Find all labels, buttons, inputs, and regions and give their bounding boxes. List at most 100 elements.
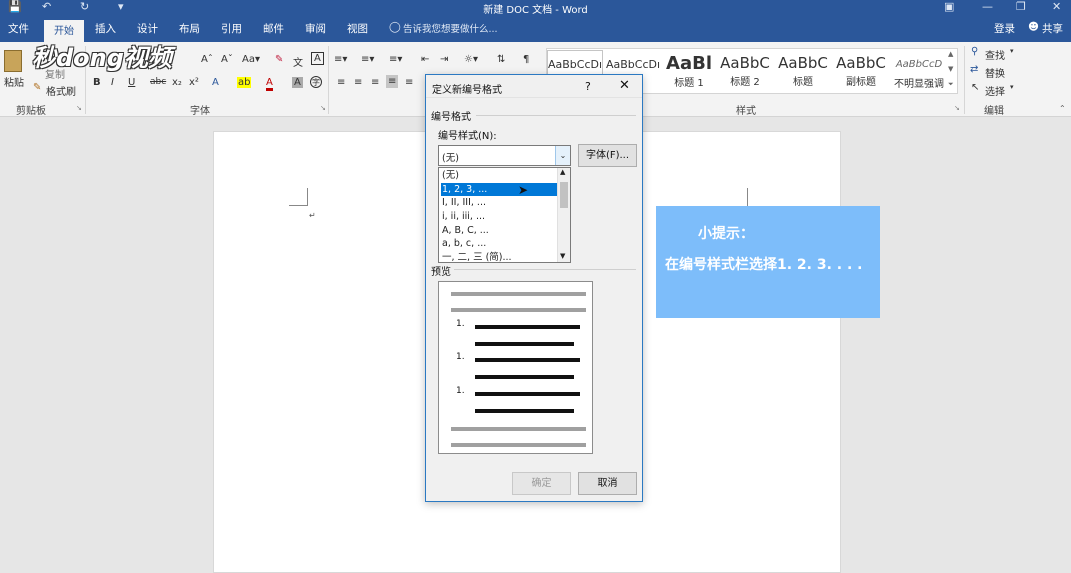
preview-gray-line [451,308,586,312]
close-window-icon[interactable]: ✕ [1052,0,1061,13]
superscript-icon[interactable]: x² [189,77,199,88]
italic-icon[interactable]: I [111,77,114,88]
clear-format-icon[interactable]: ✎ [275,54,283,65]
preview-gray-line [451,427,586,431]
find-button[interactable]: 查找 [985,47,1005,62]
char-shading-icon[interactable]: A [292,77,303,88]
title-separator [426,97,642,98]
justify-icon[interactable]: ≡ [386,75,399,88]
share-button[interactable]: 共享 [1042,21,1063,36]
option-arabic[interactable]: 1, 2, 3, ... [441,183,557,196]
decrease-indent-icon[interactable]: ⇤ [421,54,429,65]
select-button[interactable]: 选择 [985,83,1005,98]
watermark-logo: 秒dong视频 [32,44,172,72]
styles-scroll-down-icon[interactable]: ▼ [948,65,953,73]
format-painter-button[interactable]: 格式刷 [46,83,76,98]
mouse-cursor-icon: ➤ [518,183,529,197]
phonetic-icon[interactable]: 文 [293,54,303,69]
option-none[interactable]: (无) [441,169,557,182]
preview-number: 1. [456,319,465,329]
ok-button[interactable]: 确定 [512,472,571,495]
chevron-down-icon[interactable]: ⌄ [555,146,570,165]
group-clipboard: 剪贴板 [16,106,46,117]
chinese-layout-icon[interactable]: ☼▾ [464,54,478,65]
replace-button[interactable]: 替换 [985,65,1005,80]
style-heading-2[interactable]: AaBbC 标题 2 [717,50,773,92]
minimize-icon[interactable]: — [982,0,993,13]
style-subtitle[interactable]: AaBbC 副标题 [833,50,889,92]
tell-me-input[interactable]: 告诉我您想要做什么... [403,21,498,35]
clipboard-launcher-icon[interactable]: ↘ [76,104,82,112]
highlight-icon[interactable]: ab [237,77,252,88]
style-subtle-emphasis-preview: AaBbCcD [895,59,943,70]
distribute-icon[interactable]: ≡ [405,77,413,88]
style-heading-1[interactable]: AaBl 标题 1 [663,50,715,92]
change-case-icon[interactable]: Aa▾ [242,54,260,65]
tab-view[interactable]: 视图 [347,21,368,36]
number-style-dropdown: (无) 1, 2, 3, ... I, II, III, ... i, ii, … [438,167,571,263]
paste-button[interactable]: 粘贴 [4,74,24,89]
lightbulb-icon: ◯ [389,21,401,33]
align-right-icon[interactable]: ≡ [371,77,379,88]
paste-icon[interactable] [4,50,22,72]
style-heading-1-name: 标题 1 [674,78,704,89]
help-button[interactable]: ? [585,80,591,93]
styles-more-icon[interactable]: ⏷ [948,80,954,89]
option-lower-roman[interactable]: i, ii, iii, ... [441,210,557,223]
collapse-ribbon-icon[interactable]: ⌃ [1059,104,1066,113]
align-left-icon[interactable]: ≡ [337,77,345,88]
tab-mailings[interactable]: 邮件 [263,21,284,36]
char-border-icon[interactable]: A [311,52,324,65]
option-chinese-simple[interactable]: 一, 二, 三 (简)... [441,251,557,262]
text-effects-icon[interactable]: A [212,77,219,88]
tab-insert[interactable]: 插入 [95,21,116,36]
preview-line [454,269,636,270]
grow-font-icon[interactable]: Aˆ [201,54,213,65]
margin-mark [289,205,307,206]
find-dropdown-icon[interactable]: ▾ [1010,47,1014,55]
style-title[interactable]: AaBbC 标题 [775,50,831,92]
ribbon-display-icon[interactable]: ▣ [944,0,954,13]
increase-indent-icon[interactable]: ⇥ [440,54,448,65]
style-subtle-emphasis[interactable]: AaBbCcD 不明显强调 [891,50,947,92]
select-dropdown-icon[interactable]: ▾ [1010,83,1014,91]
font-color-icon[interactable]: A [266,77,273,91]
close-icon[interactable]: ✕ [619,78,630,93]
strikethrough-icon[interactable]: abc [150,77,166,87]
underline-icon[interactable]: U [128,77,135,88]
subscript-icon[interactable]: x₂ [172,77,182,88]
font-button[interactable]: 字体(F)... [578,144,637,167]
tab-design[interactable]: 设计 [137,21,158,36]
sort-icon[interactable]: ⇅ [497,54,505,65]
tab-review[interactable]: 审阅 [305,21,326,36]
scroll-down-icon[interactable]: ▼ [560,252,565,260]
tab-file[interactable]: 文件 [8,21,29,36]
title-bar: 💾 ↶ ↻ ▾ 新建 DOC 文档 - Word ▣ — ❐ ✕ [0,0,1071,16]
cancel-button[interactable]: 取消 [578,472,637,495]
option-upper-roman[interactable]: I, II, III, ... [441,196,557,209]
number-style-select[interactable]: (无) ⌄ [438,145,571,166]
multilevel-list-icon[interactable]: ≡▾ [389,54,402,65]
style-title-name: 标题 [793,77,813,88]
styles-launcher-icon[interactable]: ↘ [954,104,960,112]
align-center-icon[interactable]: ≡ [354,77,362,88]
bold-icon[interactable]: B [93,77,101,88]
font-launcher-icon[interactable]: ↘ [320,104,326,112]
enclosed-char-icon[interactable]: 字 [310,76,322,88]
replace-icon: ⇄ [970,64,979,75]
styles-scroll-up-icon[interactable]: ▲ [948,50,953,58]
format-painter-icon[interactable]: ✎ [33,82,41,93]
restore-icon[interactable]: ❐ [1016,0,1026,13]
scroll-thumb[interactable] [560,182,568,208]
option-lower-letter[interactable]: a, b, c, ... [441,237,557,250]
tab-references[interactable]: 引用 [221,21,242,36]
show-marks-icon[interactable]: ¶ [523,54,529,65]
login-link[interactable]: 登录 [994,21,1015,36]
shrink-font-icon[interactable]: Aˇ [221,54,233,65]
scroll-up-icon[interactable]: ▲ [560,168,565,176]
dropdown-scrollbar[interactable]: ▲ ▼ [557,168,570,262]
tab-layout[interactable]: 布局 [179,21,200,36]
numbering-icon[interactable]: ≡▾ [361,54,374,65]
bullets-icon[interactable]: ≡▾ [334,54,347,65]
option-upper-letter[interactable]: A, B, C, ... [441,224,557,237]
